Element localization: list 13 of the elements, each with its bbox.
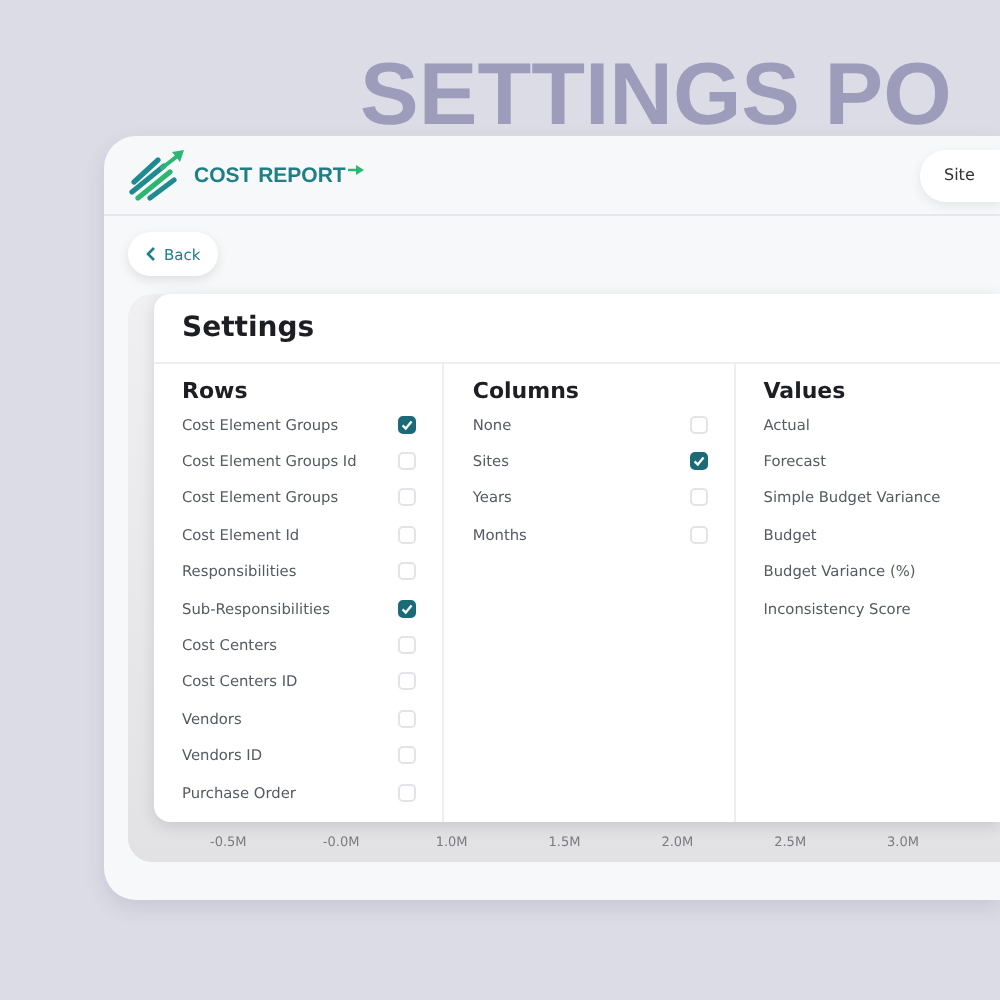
dialog-title: Settings [182, 312, 315, 344]
backdrop-title: SETTINGS PO [358, 44, 954, 136]
column-heading: Columns [472, 378, 581, 404]
chevron-left-icon [146, 246, 156, 262]
arrow-icon [347, 163, 364, 175]
column-heading: Rows [182, 378, 250, 404]
column-heading: Values [763, 378, 848, 404]
checkbox[interactable] [398, 415, 417, 434]
site-button[interactable]: Site [920, 149, 1000, 201]
checkbox[interactable] [398, 599, 417, 618]
logo-text: COST REPORT [194, 163, 346, 187]
logo-icon [126, 149, 186, 201]
checkbox[interactable] [689, 452, 708, 471]
